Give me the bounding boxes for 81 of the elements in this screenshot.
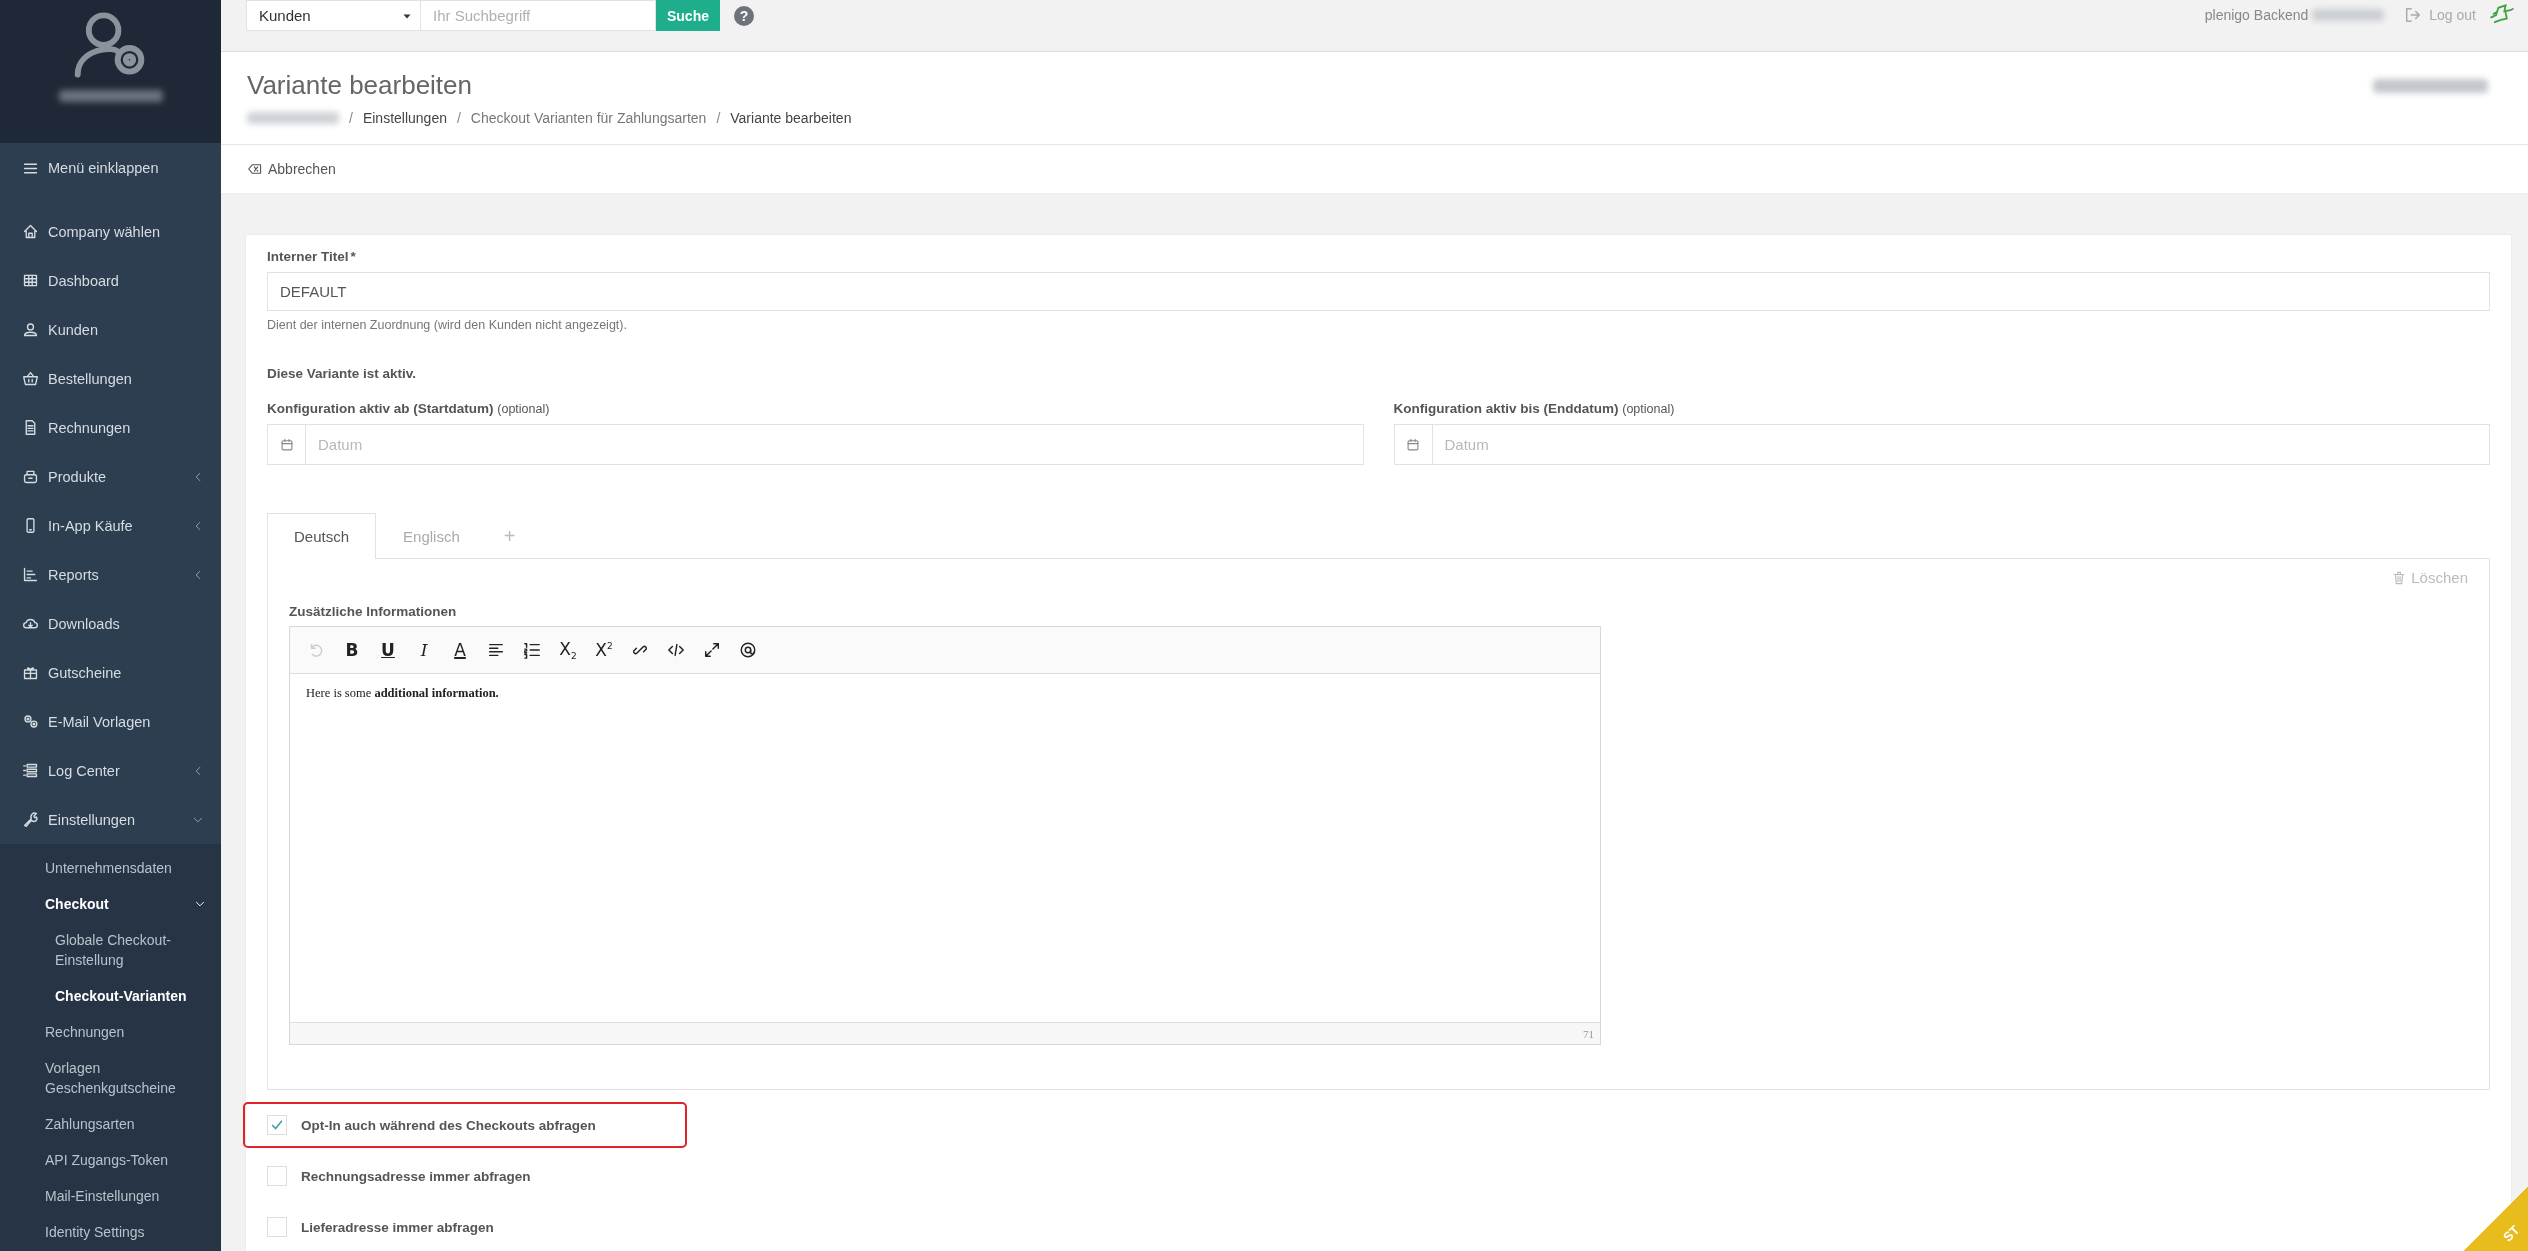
grid-icon <box>22 272 39 289</box>
gift-icon <box>22 664 39 681</box>
sidebar-item[interactable]: Checkout <box>0 886 221 922</box>
breadcrumb-separator: / <box>456 110 461 126</box>
sidebar-item[interactable]: Mail-Einstellungen <box>0 1178 221 1214</box>
toolbar-button[interactable]: I <box>408 634 440 666</box>
field-label: Konfiguration aktiv bis (Enddatum) (optional) <box>1393 401 1676 416</box>
sidebar-item[interactable]: Checkout-Varianten <box>0 978 221 1014</box>
required-mark: * <box>350 249 356 264</box>
code-icon <box>667 641 685 659</box>
sidebar-item[interactable]: Kunden <box>0 305 221 354</box>
checkbox-label: Rechnungsadresse immer abfragen <box>301 1168 531 1184</box>
sidebar-item[interactable]: Rechnungen <box>0 1014 210 1050</box>
toolbar-button[interactable]: X$^{2}$ <box>588 634 620 666</box>
character-count: 71 <box>1583 1027 1594 1040</box>
status-text: Diese Variante ist aktiv. <box>267 366 418 381</box>
ribbon-label: ST <box>2500 1222 2523 1245</box>
sidebar-item[interactable]: Produkte <box>0 452 221 501</box>
align-left-icon <box>487 641 505 659</box>
bag-icon <box>22 468 39 485</box>
calendar-icon <box>1406 437 1420 452</box>
user-icon <box>22 321 39 338</box>
app-label: plenigo Backend <box>2204 7 2309 23</box>
language-tab[interactable]: Deutsch <box>267 513 377 559</box>
toolbar-button[interactable]: A <box>444 634 476 666</box>
sidebar-item[interactable]: Einstellungen <box>0 795 221 844</box>
chart-icon <box>22 566 39 583</box>
toolbar-button[interactable]: X$_{2}$ <box>552 634 584 666</box>
page-title: Variante bearbeiten <box>247 70 472 101</box>
house-icon <box>22 223 39 240</box>
toolbar-button[interactable]: B <box>336 634 368 666</box>
search-field[interactable]: Ihr Suchbegriff <box>421 0 656 31</box>
list-icon <box>22 762 39 779</box>
collapse-menu-link[interactable]: Menü einklappen <box>0 143 221 193</box>
field-label: Konfiguration aktiv ab (Startdatum) (optional) <box>267 401 551 416</box>
numbered-list-icon <box>523 641 541 659</box>
checkbox[interactable] <box>267 1217 287 1237</box>
wrench-icon <box>22 811 39 828</box>
at-sign-icon <box>739 641 757 659</box>
sidebar-item[interactable]: E-Mail Vorlagen <box>0 697 221 746</box>
checkbox-label: Lieferadresse immer abfragen <box>301 1219 494 1235</box>
sidebar-item[interactable]: In-App Käufe <box>0 501 221 550</box>
trash-icon <box>2392 569 2407 586</box>
title-input[interactable]: DEFAULT <box>267 272 2490 311</box>
help-text: Dient der internen Zuordnung (wird den Kunden nicht angezeigt). <box>267 318 628 332</box>
sidebar-item[interactable]: Zahlungsarten <box>0 1106 221 1142</box>
field-label: Interner Titel <box>267 249 349 264</box>
breadcrumb-current: Variante bearbeiten <box>730 110 852 126</box>
sidebar-item[interactable]: Downloads <box>0 599 221 648</box>
breadcrumb-separator: / <box>349 110 353 126</box>
breadcrumb-link[interactable]: Checkout Varianten für Zahlungsarten <box>470 110 707 126</box>
sidebar-item[interactable]: Reports <box>0 550 221 599</box>
expand-icon <box>703 641 721 659</box>
sidebar-item[interactable]: Gutscheine <box>0 648 221 697</box>
sidebar-item[interactable]: Log Center <box>0 746 221 795</box>
sidebar-item[interactable]: Vorlagen Geschenkgutscheine <box>0 1050 221 1106</box>
checkbox[interactable] <box>267 1115 287 1135</box>
editor-text: Here is some additional information. <box>306 686 500 701</box>
cancel-link[interactable]: Abbrechen <box>247 161 336 177</box>
breadcrumb-separator: / <box>716 110 721 126</box>
sidebar-item[interactable]: Unternehmensdaten <box>0 850 221 886</box>
sidebar-item[interactable]: Identity Settings <box>0 1214 221 1250</box>
checkmark-icon <box>270 1118 284 1132</box>
sidebar-item[interactable]: Bestellungen <box>0 354 221 403</box>
sidebar-item[interactable]: API Zugangs-Token <box>0 1142 221 1178</box>
logout-icon <box>2404 6 2423 24</box>
search-scope-dropdown[interactable]: Kunden <box>246 0 421 31</box>
sidebar-item[interactable]: Globale Checkout-Einstellung <box>0 922 221 978</box>
toolbar-button[interactable]: U <box>372 634 404 666</box>
sidebar-item[interactable]: Company wählen <box>0 207 221 256</box>
field-label: Zusätzliche Informationen <box>289 604 458 619</box>
help-icon[interactable]: ? <box>734 5 754 26</box>
breadcrumb-link[interactable]: Einstellungen <box>362 110 447 126</box>
basket-icon <box>22 370 39 387</box>
sidebar-item[interactable]: Rechnungen <box>0 403 221 452</box>
backspace-icon <box>247 162 263 176</box>
sidebar-item[interactable]: Dashboard <box>0 256 221 305</box>
gears-icon <box>22 713 39 730</box>
checkbox-label: Opt-In auch während des Checkouts abfragen <box>301 1117 596 1133</box>
checkbox[interactable] <box>267 1166 287 1186</box>
calendar-icon <box>279 437 294 452</box>
